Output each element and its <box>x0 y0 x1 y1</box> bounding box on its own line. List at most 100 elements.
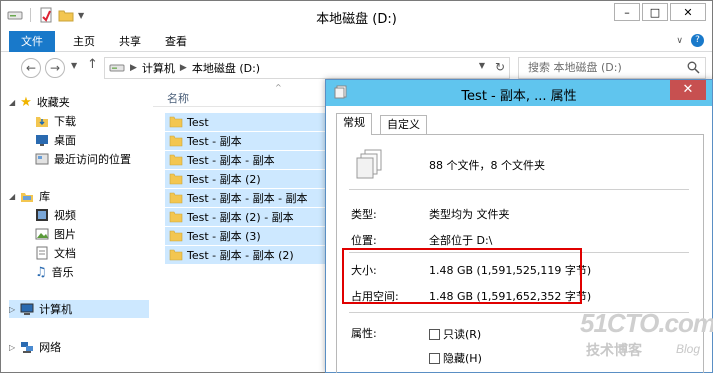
checkbox-box[interactable] <box>429 328 440 340</box>
tab-file[interactable]: 文件 <box>9 31 55 52</box>
nav-item-documents[interactable]: 文档 <box>35 244 76 262</box>
list-item-label: Test - 副本 (2) - 副本 <box>187 211 294 224</box>
location-value: 全部位于 D:\ <box>429 234 493 247</box>
list-item[interactable]: Test - 副本 <box>165 132 330 150</box>
list-item[interactable]: Test - 副本 (2) <box>165 170 330 188</box>
tab-view[interactable]: 查看 <box>153 31 199 52</box>
library-icon <box>21 193 34 202</box>
ribbon-tabs: 文件 主页 共享 查看 ∨ ? <box>1 31 712 52</box>
minimize-button[interactable]: – <box>614 3 640 21</box>
up-arrow-icon[interactable]: ↑ <box>87 57 98 72</box>
star-icon: ★ <box>20 94 32 110</box>
folder-icon <box>169 173 183 185</box>
nav-favorites[interactable]: ◢ ★ 收藏夹 <box>9 93 70 111</box>
list-item[interactable]: Test - 副本 (2) - 副本 <box>165 208 330 226</box>
list-item-label: Test - 副本 (3) <box>187 230 261 243</box>
breadcrumb-drive[interactable]: 本地磁盘 (D:) <box>192 60 260 76</box>
nav-item-label: 最近访问的位置 <box>54 153 131 166</box>
breadcrumb-computer[interactable]: 计算机 <box>142 60 175 76</box>
folder-icon <box>169 192 183 204</box>
divider <box>349 189 689 190</box>
tab-general[interactable]: 常规 <box>336 113 372 135</box>
list-item[interactable]: Test <box>165 113 330 131</box>
expand-icon: ▷ <box>9 342 16 352</box>
close-button[interactable]: ✕ <box>670 3 706 21</box>
nav-item-desktop[interactable]: 桌面 <box>35 131 76 149</box>
expand-ribbon-icon[interactable]: ∨ <box>676 36 683 46</box>
list-item[interactable]: Test - 副本 - 副本 - 副本 <box>165 189 330 207</box>
readonly-label: 只读(R) <box>443 328 482 341</box>
forward-arrow-icon: → <box>49 61 61 75</box>
computer-icon <box>20 303 34 315</box>
dialog-close-button[interactable]: ✕ <box>670 80 706 100</box>
desktop-icon <box>36 135 48 146</box>
nav-item-label: 桌面 <box>54 134 76 147</box>
help-icon[interactable]: ? <box>691 34 704 47</box>
nav-item-recent[interactable]: 最近访问的位置 <box>35 150 131 168</box>
list-item[interactable]: Test - 副本 - 副本 (2) <box>165 246 330 264</box>
address-bar[interactable]: ▶ 计算机 ▶ 本地磁盘 (D:) ▼ ↻ <box>104 57 510 79</box>
tab-home[interactable]: 主页 <box>61 31 107 52</box>
back-button[interactable]: ← <box>21 58 41 78</box>
multiple-files-icon <box>356 149 382 179</box>
watermark-main: 51CTO.com <box>580 308 713 338</box>
nav-libraries-label: 库 <box>39 190 51 203</box>
list-item[interactable]: Test - 副本 - 副本 <box>165 151 330 169</box>
folder-icon <box>169 135 183 147</box>
recent-locations-icon[interactable]: ▼ <box>71 61 77 70</box>
ribbon-right: ∨ ? <box>676 34 704 47</box>
location-label: 位置: <box>351 234 377 247</box>
folder-icon <box>169 154 183 166</box>
nav-item-label: 下载 <box>54 115 76 128</box>
nav-item-music[interactable]: ♫ 音乐 <box>35 263 74 281</box>
search-icon <box>687 61 700 74</box>
refresh-icon[interactable]: ↻ <box>495 60 505 74</box>
hidden-checkbox[interactable]: 隐藏(H) <box>429 350 482 366</box>
column-name-label: 名称 <box>167 92 189 105</box>
documents-icon <box>36 246 48 260</box>
close-icon: ✕ <box>682 82 694 97</box>
nav-item-label: 视频 <box>54 209 76 222</box>
breadcrumb-chevron-icon[interactable]: ▶ <box>130 63 137 73</box>
watermark-blog: Blog <box>676 342 701 356</box>
list-item-label: Test - 副本 - 副本 <box>187 154 275 167</box>
selection-summary: 88 个文件，8 个文件夹 <box>429 159 545 172</box>
expand-icon: ▷ <box>9 304 16 314</box>
list-item[interactable]: Test - 副本 (3) <box>165 227 330 245</box>
breadcrumb-chevron-icon[interactable]: ▶ <box>180 63 187 73</box>
folder-icon <box>169 211 183 223</box>
downloads-icon <box>36 117 48 127</box>
expand-icon: ◢ <box>9 191 16 201</box>
close-icon: ✕ <box>683 5 693 19</box>
videos-icon <box>36 209 48 221</box>
nav-libraries[interactable]: ◢ 库 <box>9 187 50 205</box>
tab-share[interactable]: 共享 <box>107 31 153 52</box>
list-item-label: Test <box>187 115 209 129</box>
nav-network[interactable]: ▷ 网络 <box>9 338 61 356</box>
nav-computer[interactable]: ▷ 计算机 <box>9 300 149 318</box>
maximize-button[interactable]: □ <box>642 3 668 21</box>
nav-item-downloads[interactable]: 下载 <box>35 112 76 130</box>
search-input[interactable]: 搜索 本地磁盘 (D:) <box>518 57 706 79</box>
dialog-title: Test - 副本, ... 属性 <box>461 89 577 104</box>
address-dropdown-icon[interactable]: ▼ <box>479 61 485 70</box>
nav-item-videos[interactable]: 视频 <box>35 206 76 224</box>
column-header-name[interactable]: 名称 ^ <box>153 83 328 107</box>
dialog-title-bar: Test - 副本, ... 属性 ✕ <box>326 80 712 106</box>
expand-icon: ◢ <box>9 97 16 107</box>
nav-item-label: 图片 <box>54 228 76 241</box>
nav-network-label: 网络 <box>39 341 62 354</box>
tab-customize[interactable]: 自定义 <box>380 115 427 135</box>
readonly-checkbox[interactable]: 只读(R) <box>429 326 481 342</box>
network-icon <box>21 342 34 353</box>
list-item-label: Test - 副本 - 副本 (2) <box>187 249 294 262</box>
checkbox-box[interactable] <box>429 352 440 364</box>
forward-button[interactable]: → <box>45 58 65 78</box>
music-icon: ♫ <box>35 264 47 280</box>
list-item-label: Test - 副本 - 副本 - 副本 <box>187 192 308 205</box>
search-placeholder: 搜索 本地磁盘 (D:) <box>528 61 622 74</box>
nav-item-pictures[interactable]: 图片 <box>35 225 76 243</box>
sort-ascending-icon: ^ <box>275 83 282 92</box>
highlight-box <box>342 248 582 304</box>
recent-places-icon <box>35 153 49 165</box>
